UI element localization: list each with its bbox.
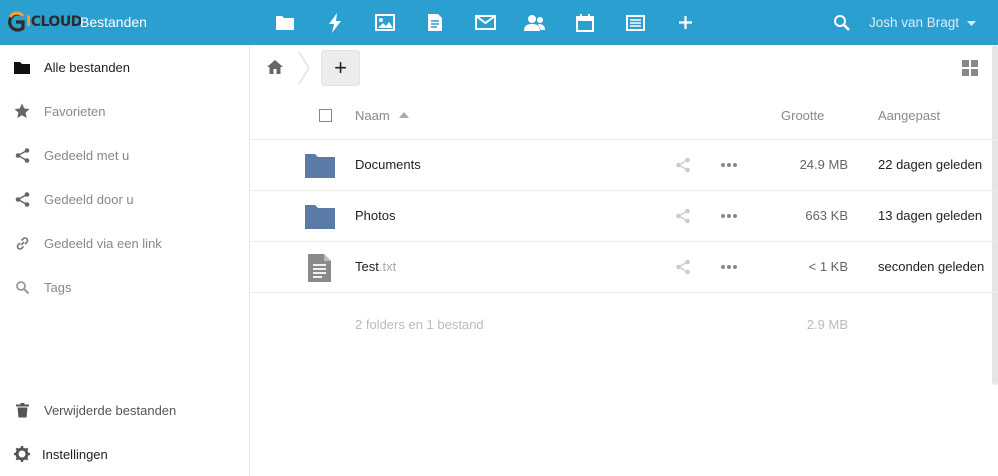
search-icon (15, 280, 29, 294)
document-icon (428, 14, 442, 31)
files-summary: 2 folders en 1 bestand (355, 317, 484, 332)
grid-view-icon[interactable] (962, 60, 978, 76)
more-options-icon[interactable] (719, 208, 739, 224)
column-header-name[interactable]: Naam (355, 108, 390, 123)
file-modified: 22 dagen geleden (878, 157, 983, 172)
star-icon (14, 103, 30, 118)
trash-icon (15, 402, 29, 417)
app-add-button[interactable] (660, 0, 710, 45)
plus-icon (678, 16, 692, 29)
file-size: 24.9 MB (799, 157, 848, 172)
folder-icon (305, 154, 335, 178)
top-header: ICLOUD Bestanden Josh van Bragt (0, 0, 998, 45)
app-name: Bestanden (80, 14, 147, 30)
share-icon (15, 147, 29, 163)
app-mail-button[interactable] (460, 0, 510, 45)
user-name: Josh van Bragt (869, 15, 960, 30)
sidebar-item-label: Gedeeld via een link (44, 236, 162, 251)
divider (250, 292, 998, 293)
user-menu[interactable]: Josh van Bragt (869, 15, 976, 30)
folder-icon (276, 16, 294, 30)
sidebar-item-all-files[interactable]: Alle bestanden (0, 45, 249, 89)
sidebar-item-label: Favorieten (44, 104, 106, 119)
breadcrumb-separator (298, 52, 310, 84)
file-name: Test.txt (355, 259, 397, 274)
sidebar-item-label: Gedeeld door u (44, 192, 134, 207)
sidebar: Alle bestanden Favorieten Gedeeld met u … (0, 45, 250, 476)
sidebar-item-shared-via-link[interactable]: Gedeeld via een link (0, 221, 249, 265)
file-modified: 13 dagen geleden (878, 208, 983, 223)
column-header-size[interactable]: Grootte (781, 108, 824, 123)
sidebar-item-favorites[interactable]: Favorieten (0, 89, 249, 133)
app-notes-button[interactable] (610, 0, 660, 45)
text-file-icon (308, 254, 331, 282)
app-switcher (260, 0, 710, 45)
folder-icon (14, 61, 30, 74)
table-row[interactable]: Documents 24.9 MB 22 dagen geleden (250, 140, 998, 191)
app-files-button[interactable] (260, 0, 310, 45)
search-icon[interactable] (832, 13, 852, 33)
table-row[interactable]: Photos 663 KB 13 dagen geleden (250, 191, 998, 242)
gcloud-logo[interactable]: ICLOUD (6, 10, 82, 34)
sidebar-item-label: Tags (44, 280, 72, 295)
file-name: Photos (355, 208, 396, 223)
sidebar-item-label: Instellingen (42, 447, 108, 462)
app-calendar-button[interactable] (560, 0, 610, 45)
share-icon[interactable] (675, 208, 691, 224)
sidebar-item-tags[interactable]: Tags (0, 265, 249, 309)
files-summary-size: 2.9 MB (806, 317, 848, 332)
sidebar-item-label: Gedeeld met u (44, 148, 130, 163)
gear-icon (14, 446, 30, 462)
sidebar-item-label: Alle bestanden (44, 60, 131, 75)
file-name: Documents (355, 157, 421, 172)
lightning-icon (329, 12, 341, 33)
link-icon (16, 236, 28, 250)
share-icon[interactable] (675, 259, 691, 275)
column-header-modified[interactable]: Aangepast (878, 108, 940, 123)
more-options-icon[interactable] (719, 157, 739, 173)
contacts-icon (524, 14, 545, 31)
sidebar-item-label: Verwijderde bestanden (44, 403, 177, 418)
folder-icon (305, 205, 335, 229)
app-activity-button[interactable] (310, 0, 360, 45)
app-contacts-button[interactable] (510, 0, 560, 45)
more-options-icon[interactable] (719, 259, 739, 275)
mail-icon (474, 15, 496, 30)
file-size: 663 KB (805, 208, 848, 223)
caret-down-icon (966, 20, 976, 26)
image-icon (375, 14, 395, 31)
logo-g-icon (8, 11, 25, 32)
sidebar-item-shared-with-you[interactable]: Gedeeld met u (0, 133, 249, 177)
sidebar-item-settings[interactable]: Instellingen (0, 432, 249, 476)
app-gallery-button[interactable] (360, 0, 410, 45)
calendar-icon (576, 13, 594, 32)
sidebar-item-shared-by-you[interactable]: Gedeeld door u (0, 177, 249, 221)
home-icon[interactable] (266, 58, 284, 76)
sort-ascending-icon[interactable] (399, 112, 409, 118)
file-size: < 1 KB (808, 259, 848, 274)
logo-text: ICLOUD (26, 14, 82, 30)
new-file-button[interactable]: + (321, 50, 360, 86)
table-row[interactable]: Test.txt < 1 KB seconden geleden (250, 242, 998, 293)
share-icon (15, 191, 29, 207)
sidebar-item-deleted-files[interactable]: Verwijderde bestanden (0, 388, 249, 432)
app-documents-button[interactable] (410, 0, 460, 45)
file-modified: seconden geleden (878, 259, 985, 274)
share-icon[interactable] (675, 157, 691, 173)
select-all-checkbox[interactable] (319, 109, 332, 122)
notes-icon (625, 14, 645, 31)
